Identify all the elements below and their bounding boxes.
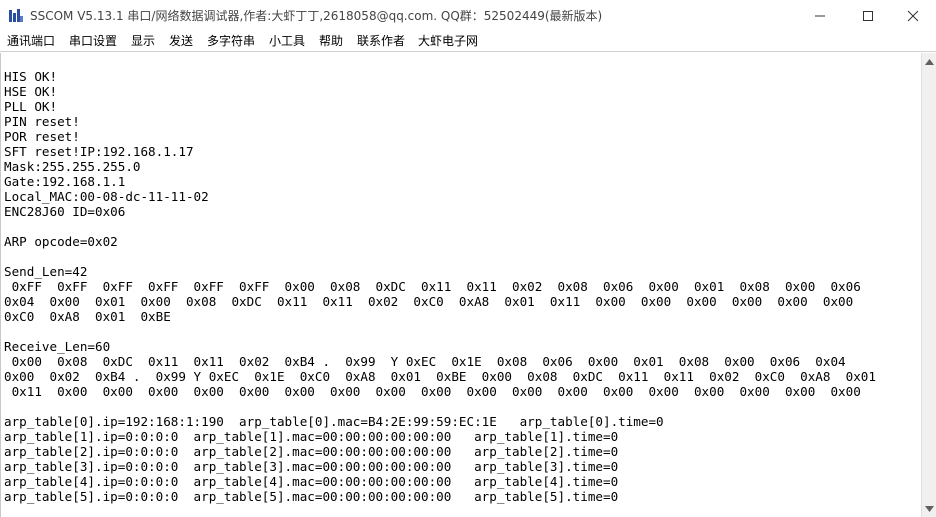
maximize-icon	[863, 10, 873, 21]
output-line: PIN reset!	[4, 114, 80, 129]
maximize-button[interactable]	[845, 0, 891, 31]
vertical-scrollbar[interactable]	[921, 53, 936, 517]
output-line: 0x11 0x00 0x00 0x00 0x00 0x00 0x00 0x00 …	[4, 384, 861, 399]
output-line: Gate:192.168.1.1	[4, 174, 126, 189]
output-line: ARP opcode=0x02	[4, 234, 118, 249]
window-title: SSCOM V5.13.1 串口/网络数据调试器,作者:大虾丁丁,2618058…	[30, 9, 603, 23]
close-button[interactable]	[890, 0, 936, 31]
title-bar: SSCOM V5.13.1 串口/网络数据调试器,作者:大虾丁丁,2618058…	[0, 0, 936, 31]
menu-item-help[interactable]: 帮助	[319, 33, 343, 49]
receive-output-area[interactable]: HIS OK! HSE OK! PLL OK! PIN reset! POR r…	[0, 53, 922, 517]
receive-output-text: HIS OK! HSE OK! PLL OK! PIN reset! POR r…	[1, 69, 876, 504]
output-line: 0x00 0x02 0xB4 . 0x99 Y 0xEC 0x1E 0xC0 0…	[4, 369, 876, 384]
output-line: arp_table[1].ip=0:0:0:0 arp_table[1].mac…	[4, 429, 619, 444]
menu-bar: 通讯端口 串口设置 显示 发送 多字符串 小工具 帮助 联系作者 大虾电子网	[0, 31, 936, 52]
output-line: arp_table[2].ip=0:0:0:0 arp_table[2].mac…	[4, 444, 619, 459]
menu-item-contact-author[interactable]: 联系作者	[357, 33, 405, 49]
output-line: PLL OK!	[4, 99, 58, 114]
sscom-app-icon	[8, 8, 23, 23]
output-line: arp_table[3].ip=0:0:0:0 arp_table[3].mac…	[4, 459, 619, 474]
output-line: 0xC0 0xA8 0x01 0xBE	[4, 309, 171, 324]
menu-item-send[interactable]: 发送	[169, 33, 193, 49]
scroll-down-arrow-icon	[925, 505, 934, 512]
close-icon	[907, 10, 919, 21]
output-line: 0xFF 0xFF 0xFF 0xFF 0xFF 0xFF 0x00 0x08 …	[4, 279, 861, 294]
scroll-up-button[interactable]	[922, 53, 936, 70]
scroll-down-button[interactable]	[922, 500, 936, 517]
output-line: Send_Len=42	[4, 264, 88, 279]
output-line: 0x04 0x00 0x01 0x00 0x08 0xDC 0x11 0x11 …	[4, 294, 854, 309]
output-line: arp_table[4].ip=0:0:0:0 arp_table[4].mac…	[4, 474, 619, 489]
menu-item-serial-settings[interactable]: 串口设置	[69, 33, 117, 49]
minimize-icon	[815, 15, 825, 16]
output-line: arp_table[5].ip=0:0:0:0 arp_table[5].mac…	[4, 489, 619, 504]
output-line: 0x00 0x08 0xDC 0x11 0x11 0x02 0xB4 . 0x9…	[4, 354, 846, 369]
output-line: HSE OK!	[4, 84, 58, 99]
menu-item-daxia-electronics[interactable]: 大虾电子网	[418, 33, 478, 49]
output-line: Local_MAC:00-08-dc-11-11-02	[4, 189, 209, 204]
scroll-up-arrow-icon	[925, 58, 934, 65]
output-line: ENC28J60 ID=0x06	[4, 204, 126, 219]
minimize-button[interactable]	[797, 0, 843, 31]
menu-item-comm-port[interactable]: 通讯端口	[7, 33, 55, 49]
menu-item-display[interactable]: 显示	[131, 33, 155, 49]
menu-item-tools[interactable]: 小工具	[269, 33, 305, 49]
output-line: HIS OK!	[4, 69, 58, 84]
output-line: POR reset!	[4, 129, 80, 144]
output-line: Mask:255.255.255.0	[4, 159, 141, 174]
output-line: arp_table[0].ip=192:168:1:190 arp_table[…	[4, 414, 664, 429]
output-line: Receive_Len=60	[4, 339, 111, 354]
output-line: SFT reset!IP:192.168.1.17	[4, 144, 194, 159]
menu-item-multi-string[interactable]: 多字符串	[207, 33, 255, 49]
